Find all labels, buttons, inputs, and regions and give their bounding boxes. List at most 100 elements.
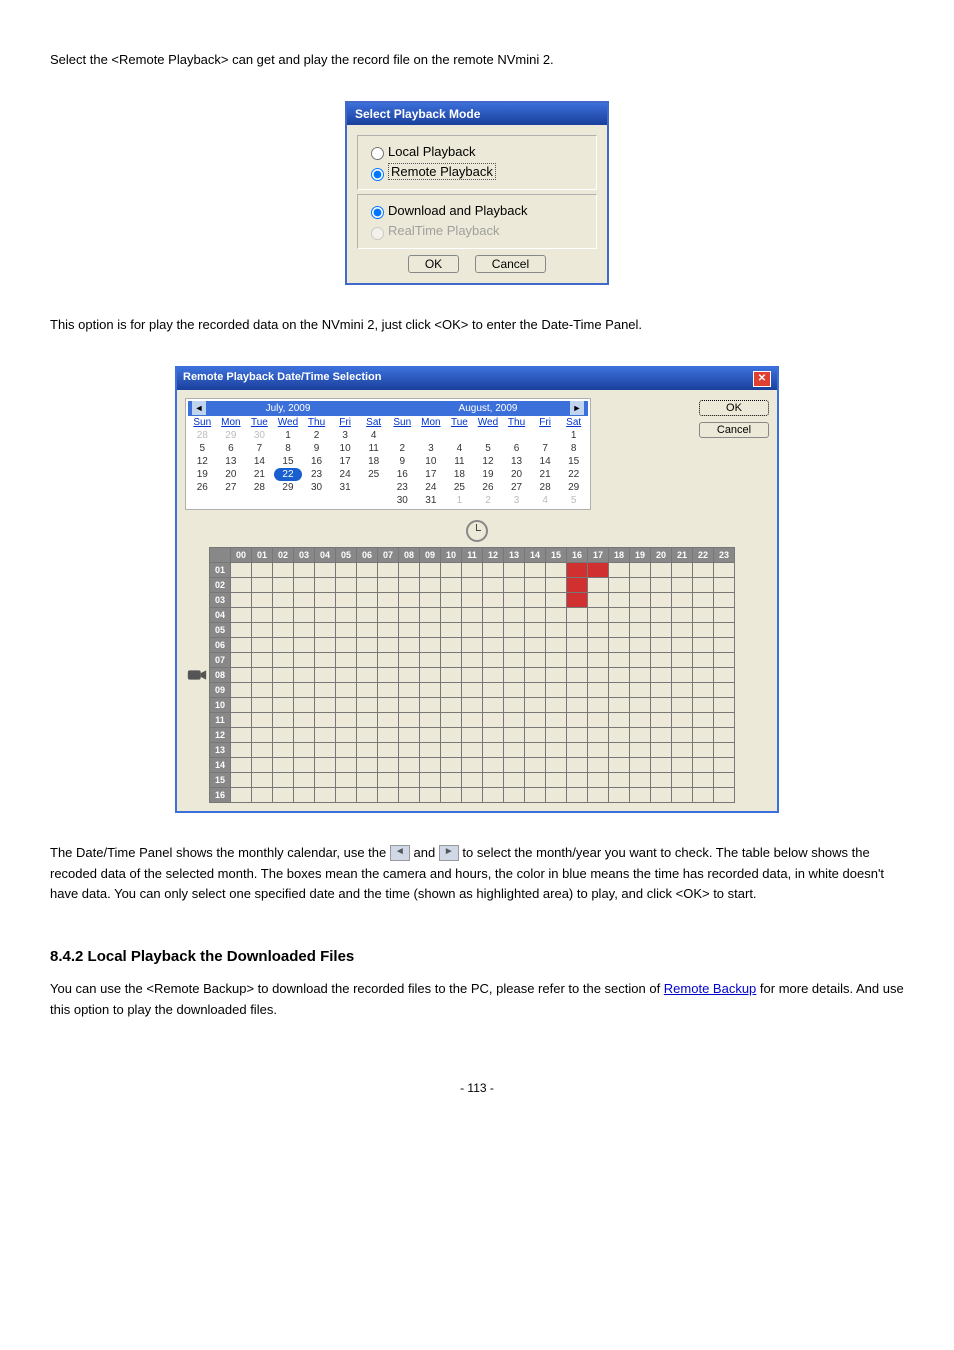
timeline-cell[interactable] xyxy=(420,757,441,772)
timeline-cell[interactable] xyxy=(357,682,378,697)
calendar-day[interactable]: 27 xyxy=(217,481,246,494)
timeline-cell[interactable] xyxy=(462,592,483,607)
timeline-cell[interactable] xyxy=(693,652,714,667)
timeline-cell[interactable] xyxy=(273,727,294,742)
remote-backup-link[interactable]: Remote Backup xyxy=(664,981,757,996)
timeline-cell[interactable] xyxy=(630,607,651,622)
calendar-day[interactable]: 22 xyxy=(559,468,588,481)
timeline-cell[interactable] xyxy=(294,622,315,637)
timeline-cell[interactable] xyxy=(420,607,441,622)
calendar-day[interactable]: 5 xyxy=(559,494,588,507)
timeline-cell[interactable] xyxy=(672,757,693,772)
timeline-cell[interactable] xyxy=(483,652,504,667)
timeline-cell[interactable] xyxy=(441,667,462,682)
timeline-cell[interactable] xyxy=(273,562,294,577)
calendar-day[interactable]: 6 xyxy=(217,442,246,455)
timeline-cell[interactable] xyxy=(567,592,588,607)
timeline-cell[interactable] xyxy=(315,592,336,607)
timeline-cell[interactable] xyxy=(294,727,315,742)
timeline-cell[interactable] xyxy=(609,682,630,697)
timeline-cell[interactable] xyxy=(504,592,525,607)
calendar-day[interactable]: 14 xyxy=(245,455,274,468)
timeline-cell[interactable] xyxy=(588,787,609,802)
timeline-cell[interactable] xyxy=(336,712,357,727)
timeline-cell[interactable] xyxy=(462,607,483,622)
timeline-cell[interactable] xyxy=(483,712,504,727)
calendar-day[interactable]: 6 xyxy=(502,442,531,455)
timeline-cell[interactable] xyxy=(357,712,378,727)
timeline-cell[interactable] xyxy=(651,577,672,592)
timeline-cell[interactable] xyxy=(357,742,378,757)
timeline-cell[interactable] xyxy=(483,787,504,802)
calendar-day[interactable]: 11 xyxy=(359,442,388,455)
timeline-cell[interactable] xyxy=(714,637,735,652)
timeline-cell[interactable] xyxy=(462,652,483,667)
timeline-cell[interactable] xyxy=(294,577,315,592)
calendar-day[interactable]: 27 xyxy=(502,481,531,494)
calendar-day[interactable]: 12 xyxy=(188,455,217,468)
timeline-cell[interactable] xyxy=(462,682,483,697)
timeline-cell[interactable] xyxy=(630,652,651,667)
timeline-cell[interactable] xyxy=(294,607,315,622)
calendar-day[interactable]: 30 xyxy=(302,481,331,494)
timeline-cell[interactable] xyxy=(399,682,420,697)
ok-button[interactable]: OK xyxy=(408,255,459,273)
calendar-day[interactable] xyxy=(445,429,474,442)
timeline-cell[interactable] xyxy=(672,727,693,742)
timeline-cell[interactable] xyxy=(714,562,735,577)
timeline-cell[interactable] xyxy=(357,697,378,712)
timeline-cell[interactable] xyxy=(273,607,294,622)
close-icon[interactable]: ✕ xyxy=(753,371,771,387)
timeline-cell[interactable] xyxy=(504,622,525,637)
timeline-cell[interactable] xyxy=(399,742,420,757)
timeline-cell[interactable] xyxy=(252,622,273,637)
prev-month-icon[interactable]: ◄ xyxy=(192,401,206,415)
timeline-cell[interactable] xyxy=(315,757,336,772)
timeline-cell[interactable] xyxy=(441,727,462,742)
timeline-cell[interactable] xyxy=(231,637,252,652)
timeline-cell[interactable] xyxy=(462,727,483,742)
timeline-cell[interactable] xyxy=(336,562,357,577)
timeline-cell[interactable] xyxy=(315,712,336,727)
timeline-cell[interactable] xyxy=(315,727,336,742)
timeline-cell[interactable] xyxy=(399,562,420,577)
timeline-cell[interactable] xyxy=(630,742,651,757)
timeline-cell[interactable] xyxy=(231,577,252,592)
radio-remote-playback[interactable]: Remote Playback xyxy=(366,162,588,183)
timeline-cell[interactable] xyxy=(357,652,378,667)
calendar-day[interactable]: 1 xyxy=(559,429,588,442)
timeline-cell[interactable] xyxy=(315,682,336,697)
timeline-cell[interactable] xyxy=(630,622,651,637)
timeline-cell[interactable] xyxy=(441,742,462,757)
timeline-cell[interactable] xyxy=(483,622,504,637)
timeline-cell[interactable] xyxy=(567,712,588,727)
calendar-day[interactable]: 28 xyxy=(245,481,274,494)
timeline-cell[interactable] xyxy=(462,562,483,577)
timeline-cell[interactable] xyxy=(273,772,294,787)
timeline-cell[interactable] xyxy=(546,637,567,652)
timeline-cell[interactable] xyxy=(294,592,315,607)
calendar-day[interactable]: 10 xyxy=(331,442,360,455)
timeline-cell[interactable] xyxy=(399,652,420,667)
timeline-cell[interactable] xyxy=(399,712,420,727)
timeline-cell[interactable] xyxy=(504,757,525,772)
timeline-cell[interactable] xyxy=(630,682,651,697)
calendar-right[interactable]: August, 2009 ► SunMonTueWedThuFriSat1234… xyxy=(388,401,588,507)
timeline-cell[interactable] xyxy=(462,742,483,757)
timeline-cell[interactable] xyxy=(567,727,588,742)
calendar-day[interactable]: 13 xyxy=(217,455,246,468)
calendar-day[interactable]: 26 xyxy=(188,481,217,494)
timeline-cell[interactable] xyxy=(504,697,525,712)
timeline-cell[interactable] xyxy=(273,742,294,757)
timeline-cell[interactable] xyxy=(378,697,399,712)
timeline-cell[interactable] xyxy=(588,697,609,712)
calendar-day[interactable]: 16 xyxy=(302,455,331,468)
timeline-cell[interactable] xyxy=(546,667,567,682)
timeline-cell[interactable] xyxy=(651,652,672,667)
timeline-cell[interactable] xyxy=(252,772,273,787)
timeline-cell[interactable] xyxy=(609,562,630,577)
timeline-cell[interactable] xyxy=(399,787,420,802)
timeline-cell[interactable] xyxy=(378,652,399,667)
timeline-cell[interactable] xyxy=(693,637,714,652)
timeline-cell[interactable] xyxy=(588,712,609,727)
